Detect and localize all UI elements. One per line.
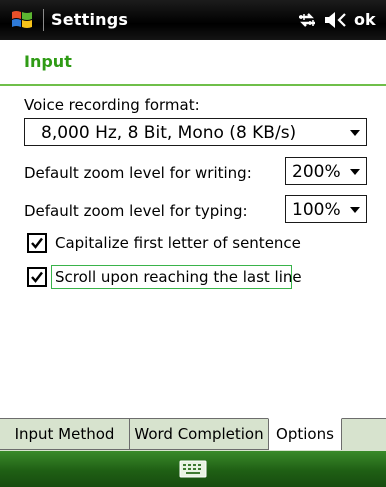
- zoom-typing-dropdown[interactable]: 100%: [285, 195, 367, 223]
- page-header: Input: [0, 40, 386, 84]
- chevron-down-icon: [350, 130, 360, 136]
- voice-format-dropdown[interactable]: 8,000 Hz, 8 Bit, Mono (8 KB/s): [24, 118, 367, 146]
- capitalize-label[interactable]: Capitalize first letter of sentence: [55, 234, 301, 252]
- voice-format-value: 8,000 Hz, 8 Bit, Mono (8 KB/s): [41, 123, 297, 143]
- title-separator: [43, 9, 44, 31]
- chevron-down-icon: [350, 207, 360, 213]
- header-divider: [0, 84, 386, 86]
- chevron-down-icon: [350, 169, 360, 175]
- window-title: Settings: [51, 10, 129, 29]
- windows-start-icon[interactable]: [11, 9, 33, 31]
- keyboard-icon[interactable]: [179, 460, 207, 478]
- scroll-checkbox[interactable]: [27, 267, 47, 287]
- settings-screen: Settings ok Input Voice recording format…: [0, 0, 386, 487]
- scroll-label[interactable]: Scroll upon reaching the last line: [55, 268, 302, 286]
- tab-input-method[interactable]: Input Method: [0, 419, 130, 450]
- tab-word-completion[interactable]: Word Completion: [130, 419, 269, 450]
- tab-bar: Input Method Word Completion Options: [0, 418, 386, 451]
- zoom-writing-label: Default zoom level for writing:: [24, 164, 252, 182]
- capitalize-checkbox[interactable]: [27, 233, 47, 253]
- tab-label: Word Completion: [134, 425, 264, 443]
- zoom-typing-value: 100%: [292, 200, 341, 220]
- tab-label: Input Method: [14, 425, 115, 443]
- title-bar: Settings ok: [0, 0, 386, 40]
- voice-format-label: Voice recording format:: [24, 96, 200, 114]
- checkmark-icon: [31, 271, 43, 283]
- zoom-writing-value: 200%: [292, 162, 341, 182]
- bottom-soft-key-bar: [0, 451, 386, 487]
- checkmark-icon: [31, 237, 43, 249]
- page-title: Input: [24, 52, 72, 71]
- tab-label: Options: [276, 425, 334, 443]
- tab-options[interactable]: Options: [268, 418, 342, 450]
- volume-icon[interactable]: [323, 10, 349, 30]
- ok-button[interactable]: ok: [354, 10, 376, 29]
- zoom-writing-dropdown[interactable]: 200%: [285, 157, 367, 185]
- connectivity-icon[interactable]: [296, 10, 318, 30]
- zoom-typing-label: Default zoom level for typing:: [24, 202, 248, 220]
